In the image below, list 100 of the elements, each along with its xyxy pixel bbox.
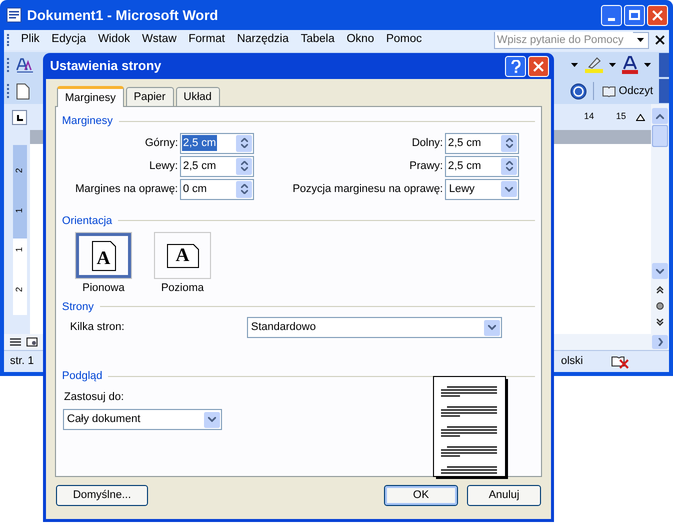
status-language: olski (561, 354, 584, 370)
dropdown-arrow-icon[interactable] (636, 38, 645, 42)
close-button[interactable] (647, 4, 668, 26)
page-icon: A (166, 244, 198, 268)
close-icon (533, 60, 544, 72)
app-icon (6, 7, 22, 23)
caret-up-icon (656, 114, 664, 118)
window-title: Dokument1 - Microsoft Word (27, 6, 220, 24)
help-button[interactable] (505, 56, 526, 76)
dropdown-arrow-icon[interactable] (644, 63, 651, 67)
next-page-icon[interactable] (656, 318, 664, 326)
previous-page-icon[interactable] (656, 286, 664, 294)
spin-up-icon[interactable] (240, 184, 248, 188)
ruler-number: 15 (616, 112, 626, 121)
dialog-button[interactable]: Anuluj (467, 485, 541, 506)
dropdown-arrow-icon[interactable] (571, 63, 578, 67)
caret-down-icon (656, 268, 664, 274)
spin-down-icon[interactable] (506, 167, 512, 171)
section-heading: Marginesy (62, 114, 113, 129)
section-heading: Orientacja (62, 214, 112, 228)
new-document-icon[interactable] (16, 82, 30, 100)
field-label: Margines na oprawę: (75, 182, 178, 197)
close-icon (652, 10, 663, 20)
dropdown[interactable]: Lewy (445, 178, 519, 200)
spin-down-icon[interactable] (240, 167, 248, 171)
page-icon: A (92, 240, 116, 270)
tab[interactable]: Papier (126, 87, 174, 106)
browse-object-icon[interactable] (656, 302, 664, 310)
spin-field[interactable]: 2,5 cm (180, 132, 254, 154)
close-button[interactable] (528, 56, 549, 76)
field-label: Lewy: (149, 158, 178, 174)
orientation-button[interactable]: A (75, 232, 132, 279)
menu-item[interactable]: Narzędzia (230, 30, 295, 50)
field-label: Dolny: (412, 136, 443, 151)
caret-down-icon (208, 417, 216, 422)
orientation-label: Pionowa (82, 281, 125, 296)
menu-item[interactable]: Plik (15, 30, 46, 50)
caret-down-icon (505, 186, 513, 192)
close-icon[interactable] (655, 35, 665, 45)
ruler-number: 1 (15, 208, 24, 213)
help-icon[interactable] (570, 82, 587, 100)
minimize-button[interactable] (601, 4, 622, 26)
dialog-title: Ustawienia strony (50, 57, 162, 76)
menu-item[interactable]: Format (182, 30, 231, 50)
ruler-number: 14 (584, 112, 594, 121)
spelling-status-icon (611, 354, 629, 368)
menu-item[interactable]: Edycja (46, 30, 92, 50)
tab[interactable]: Układ (176, 87, 220, 106)
ruler-number: 1 (15, 247, 24, 252)
menu-item[interactable]: Okno (340, 30, 380, 50)
scroll-right-button[interactable] (652, 335, 668, 349)
spin-down-icon[interactable] (240, 190, 248, 194)
spin-down-icon[interactable] (506, 144, 512, 148)
maximize-button[interactable] (624, 4, 645, 26)
menu-item[interactable]: Tabela (294, 30, 341, 50)
dialog-button[interactable]: OK (384, 485, 458, 506)
book-icon (602, 86, 616, 96)
dropdown[interactable]: Standardowo (247, 317, 502, 338)
caret-right-icon (658, 338, 662, 346)
dropdown-arrow-icon[interactable] (609, 63, 616, 67)
ruler-number: 2 (15, 168, 24, 174)
spin-field[interactable]: 2,5 cm (445, 132, 519, 154)
tab[interactable]: Marginesy (57, 86, 124, 107)
menu-item[interactable]: Widok (92, 30, 136, 50)
scroll-up-button[interactable] (652, 108, 668, 124)
help-search-field[interactable]: Wpisz pytanie do Pomocy (494, 32, 649, 48)
question-mark-icon (510, 60, 520, 72)
web-view-icon[interactable] (26, 337, 38, 347)
orientation-button[interactable]: A (154, 232, 211, 279)
font-color-icon[interactable] (621, 56, 639, 74)
indent-marker-icon[interactable] (636, 114, 645, 121)
normal-view-icon[interactable] (10, 338, 21, 346)
field-label: Kilka stron: (70, 320, 126, 336)
menu-item[interactable]: Wstaw (136, 30, 183, 50)
spin-up-icon[interactable] (240, 161, 248, 165)
spin-up-icon[interactable] (506, 161, 512, 165)
menu-item[interactable]: Pomoc (380, 30, 428, 50)
section-heading: Strony (62, 300, 94, 314)
ruler-number: 2 (15, 286, 24, 292)
field-label: Zastosuj do: (64, 390, 125, 404)
tab-selector-icon[interactable] (12, 110, 27, 125)
caret-down-icon (488, 325, 496, 330)
styles-icon[interactable] (16, 57, 34, 73)
scroll-down-button[interactable] (652, 263, 668, 279)
spin-up-icon[interactable] (506, 138, 512, 142)
reading-layout-button[interactable]: Odczyt (600, 81, 655, 101)
orientation-label: Pozioma (161, 281, 204, 296)
spin-field[interactable]: 0 cm (180, 178, 254, 200)
field-label: Górny: (144, 136, 178, 151)
highlighter-icon[interactable] (584, 56, 604, 74)
spin-field[interactable]: 2,5 cm (445, 156, 519, 176)
section-heading: Podgląd (62, 369, 102, 384)
status-page: str. 1 (10, 354, 35, 370)
field-label: Pozycja marginesu na oprawę: (292, 182, 443, 197)
spin-down-icon[interactable] (240, 144, 248, 148)
scroll-thumb[interactable] (652, 125, 668, 147)
dialog-button[interactable]: Domyślne... (56, 485, 148, 506)
spin-field[interactable]: 2,5 cm (180, 156, 254, 176)
dropdown[interactable]: Cały dokument (63, 409, 222, 430)
spin-up-icon[interactable] (240, 138, 248, 142)
